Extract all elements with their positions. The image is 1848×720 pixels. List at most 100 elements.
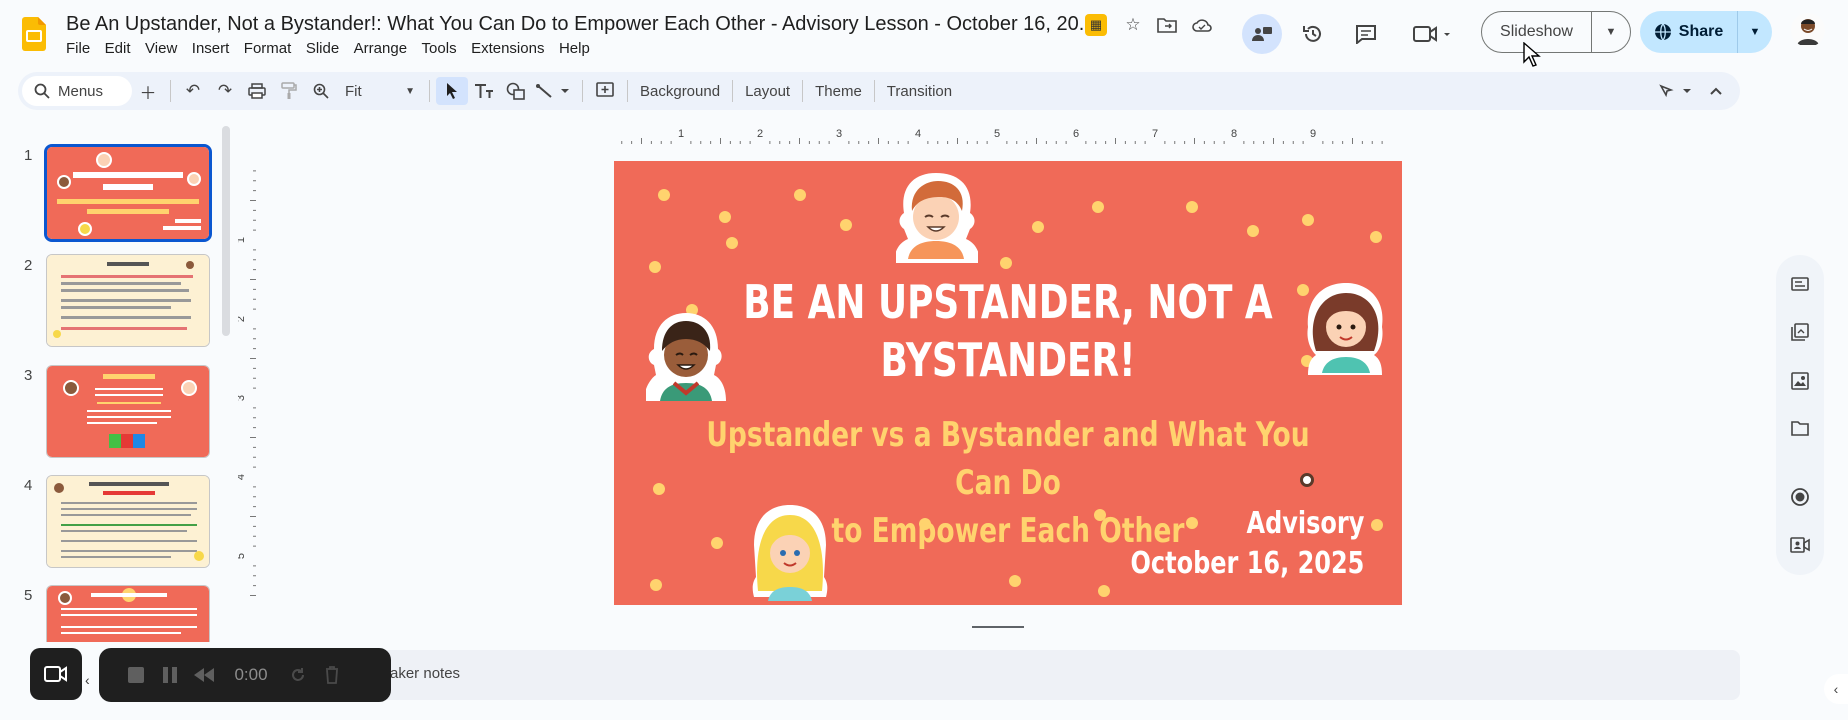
menu-insert[interactable]: Insert <box>192 40 238 57</box>
toolbar-divider <box>873 80 875 102</box>
ruler-label: 2 <box>757 128 763 140</box>
folder-icon[interactable] <box>1784 412 1816 444</box>
add-video-icon[interactable] <box>1784 529 1816 561</box>
speaker-notes-area[interactable] <box>374 650 1740 700</box>
horizontal-ruler[interactable]: 1 2 3 4 5 6 7 8 9 <box>614 126 1400 144</box>
ruler-label: 4 <box>915 128 921 140</box>
zoom-chevron-icon: ▼ <box>405 85 415 97</box>
line-icon[interactable] <box>532 77 576 105</box>
slide-date: October 16, 2025 <box>1130 546 1364 581</box>
share-label: Share <box>1678 23 1724 40</box>
paint-format-icon[interactable] <box>273 77 305 105</box>
recorder-camera-button[interactable] <box>30 648 82 700</box>
comments-icon[interactable] <box>1346 14 1386 54</box>
zoom-select[interactable]: Fit ▼ <box>337 77 423 105</box>
meet-camera-icon[interactable] <box>1405 14 1461 54</box>
recorder-collapse-chevron-icon[interactable]: ‹ <box>85 672 90 688</box>
document-title[interactable]: Be An Upstander, Not a Bystander!: What … <box>66 13 1095 36</box>
zoom-icon[interactable] <box>305 77 337 105</box>
filmstrip-scrollbar[interactable] <box>222 126 230 336</box>
new-slide-plus-icon[interactable]: ＋ <box>132 77 164 105</box>
menu-edit[interactable]: Edit <box>105 40 139 57</box>
star-icon[interactable]: ☆ <box>1121 13 1145 37</box>
transition-button[interactable]: Transition <box>881 77 958 105</box>
ruler-label: 5 <box>994 128 1000 140</box>
toolbar-divider <box>627 80 628 102</box>
side-panel-toggle-chevron-icon[interactable]: ‹ <box>1824 674 1848 704</box>
zoom-value: Fit <box>345 82 362 100</box>
editing-mode-pen-icon[interactable] <box>1656 77 1700 105</box>
version-history-icon[interactable] <box>1293 14 1333 54</box>
share-button[interactable]: Share <box>1640 11 1738 53</box>
move-folder-icon[interactable] <box>1155 13 1179 37</box>
stop-record-icon[interactable] <box>119 658 153 692</box>
slide-thumbnail-1[interactable] <box>44 144 212 242</box>
share-button-group: Share ▼ <box>1640 11 1772 53</box>
notes-resize-handle[interactable] <box>972 626 1024 628</box>
ruler-label: 9 <box>1310 128 1316 140</box>
slide-thumbnail-2[interactable] <box>46 254 210 347</box>
rewind-icon[interactable] <box>187 658 221 692</box>
select-pointer-icon[interactable] <box>436 77 468 105</box>
menu-help[interactable]: Help <box>559 40 598 57</box>
recording-timer: 0:00 <box>234 665 268 684</box>
menu-tools[interactable]: Tools <box>422 40 466 57</box>
slideshow-button-group: Slideshow ▼ <box>1481 11 1631 53</box>
menu-extensions[interactable]: Extensions <box>471 40 553 57</box>
menu-view[interactable]: View <box>145 40 186 57</box>
slide-number: 3 <box>24 367 33 384</box>
present-to-meeting-icon[interactable] <box>1242 14 1282 54</box>
slide-advisory-label: Advisory <box>1246 506 1364 541</box>
slideshow-options-chevron-icon[interactable]: ▼ <box>1592 12 1630 52</box>
toolbar-divider <box>170 80 171 102</box>
user-avatar[interactable] <box>1791 13 1825 47</box>
undo-icon[interactable]: ↶ <box>177 77 209 105</box>
restart-icon[interactable] <box>281 658 315 692</box>
layout-button[interactable]: Layout <box>739 77 796 105</box>
shape-icon[interactable] <box>500 77 532 105</box>
globe-icon <box>1654 23 1671 41</box>
slide-number: 2 <box>24 257 33 274</box>
collapse-toolbar-chevron-icon[interactable] <box>1700 77 1732 105</box>
slide-thumbnail-5[interactable] <box>46 585 210 642</box>
theme-button[interactable]: Theme <box>809 77 868 105</box>
slide-title[interactable]: BE AN UPSTANDER, NOT A BYSTANDER! <box>701 273 1316 389</box>
background-button[interactable]: Background <box>634 77 726 105</box>
theme-icon[interactable]: ▦ <box>1085 14 1107 36</box>
slide-number: 5 <box>24 587 33 604</box>
menu-format[interactable]: Format <box>244 40 300 57</box>
cloud-saved-icon[interactable] <box>1190 13 1214 37</box>
slide-thumbnail-4[interactable] <box>46 475 210 568</box>
toolbar-divider <box>732 80 734 102</box>
slide-number: 1 <box>24 147 33 164</box>
add-comment-icon[interactable] <box>589 77 621 105</box>
speaker-notes-panel-icon[interactable] <box>1784 268 1816 300</box>
ruler-label: 7 <box>1152 128 1158 140</box>
text-box-icon[interactable] <box>468 77 500 105</box>
ruler-label: 6 <box>1073 128 1079 140</box>
menu-bar: File Edit View Insert Format Slide Arran… <box>66 40 604 57</box>
ruler-label: 8 <box>1231 128 1237 140</box>
boy-character-top-icon <box>896 173 978 263</box>
print-icon[interactable] <box>241 77 273 105</box>
mouse-cursor-icon <box>1523 42 1541 67</box>
slide-advisory-date[interactable]: Advisory October 16, 2025 <box>1130 504 1364 584</box>
slides-logo-icon[interactable] <box>22 17 46 51</box>
redo-icon[interactable]: ↷ <box>209 77 241 105</box>
search-menus-button[interactable]: Menus <box>22 76 132 106</box>
slide-canvas[interactable]: BE AN UPSTANDER, NOT A BYSTANDER! Upstan… <box>614 161 1402 605</box>
slide-thumbnail-3[interactable] <box>46 365 210 458</box>
image-library-icon[interactable] <box>1784 365 1816 397</box>
slide-title-line-2: BYSTANDER! <box>880 333 1136 387</box>
menu-slide[interactable]: Slide <box>306 40 348 57</box>
delete-icon[interactable] <box>315 658 349 692</box>
record-icon[interactable] <box>1784 481 1816 513</box>
ruler-label: 1 <box>678 128 684 140</box>
pause-icon[interactable] <box>153 658 187 692</box>
menu-file[interactable]: File <box>66 40 99 57</box>
toolbar-divider <box>802 80 804 102</box>
share-options-chevron-icon[interactable]: ▼ <box>1738 11 1772 53</box>
slides-library-icon[interactable] <box>1784 316 1816 348</box>
vertical-ruler[interactable]: 1 2 3 4 5 <box>235 158 256 603</box>
menu-arrange[interactable]: Arrange <box>354 40 416 57</box>
